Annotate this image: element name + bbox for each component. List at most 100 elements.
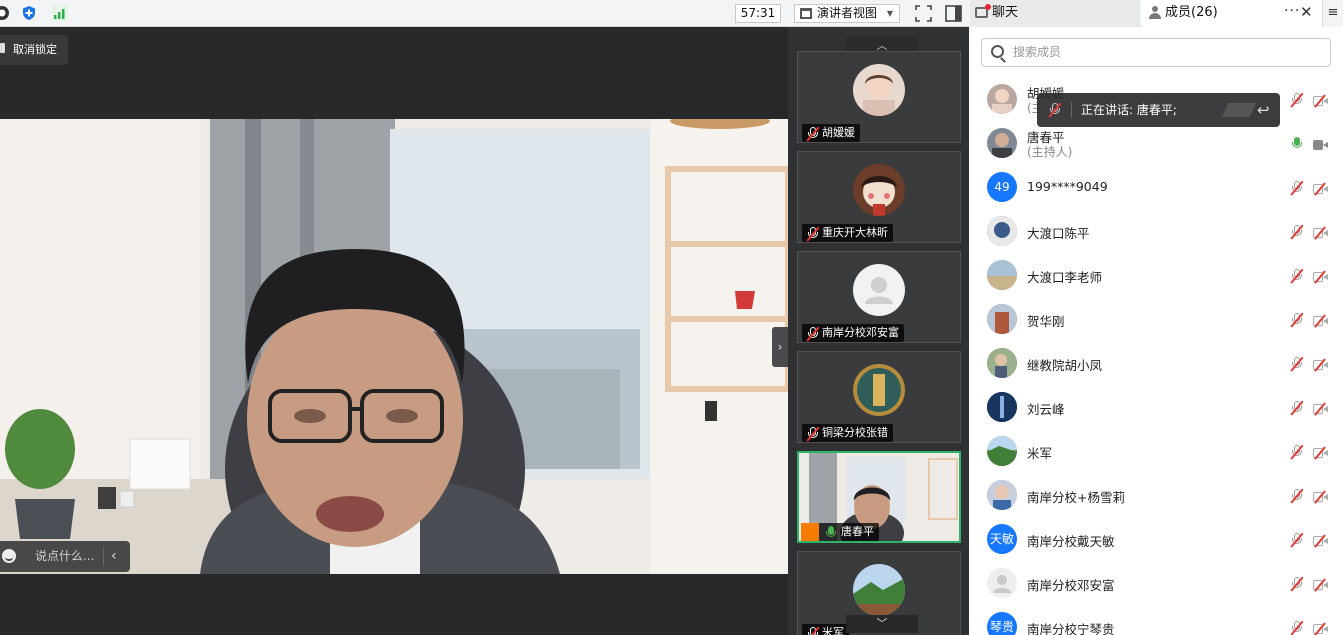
sidebar-toggle-icon[interactable] [945,5,962,22]
muted-mic-icon[interactable] [1290,532,1304,548]
camera-off-icon[interactable] [1313,314,1328,328]
muted-mic-icon[interactable] [1290,576,1304,592]
camera-off-icon[interactable] [1313,358,1328,372]
shield-icon[interactable] [21,5,37,21]
member-row[interactable]: 米军 [969,430,1343,474]
camera-on-icon[interactable] [1313,140,1328,150]
camera-off-icon[interactable] [1313,94,1328,108]
active-mic-icon[interactable] [1291,137,1303,151]
camera-off-icon[interactable] [1313,182,1328,196]
member-row[interactable]: 唐春平 (主持人) [969,122,1343,166]
member-row[interactable]: 继教院胡小凤 [969,342,1343,386]
camera-status-icon[interactable] [0,5,10,21]
scroll-down-button[interactable]: ﹀ [846,615,918,633]
member-name: 199****9049 [1027,179,1108,194]
muted-mic-icon[interactable] [1290,444,1304,460]
muted-mic-icon[interactable] [1290,356,1304,372]
minimize-icon[interactable] [1221,103,1257,117]
unpin-label: 取消锁定 [13,43,57,56]
member-row[interactable]: 49 199****9049 [969,166,1343,210]
avatar [987,260,1017,290]
active-mic-icon [825,526,837,540]
member-name: 刘云峰 [1027,402,1065,417]
camera-off-icon[interactable] [1313,578,1328,592]
fullscreen-icon[interactable] [915,5,932,22]
default-user-avatar [853,264,905,316]
member-row[interactable]: 琴贵 南岸分校宁琴贵 [969,606,1343,635]
close-panel-button[interactable]: ✕ [1300,2,1313,22]
thumbnail-name-tag: 铜梁分校张错 [802,424,893,442]
unread-dot [985,4,991,10]
search-placeholder: 搜索成员 [1013,45,1062,59]
tab-members[interactable]: 成员(26) [1141,0,1343,27]
thumbnail-name-tag: 重庆开大林昕 [802,224,893,242]
camera-off-icon[interactable] [1313,402,1328,416]
thumbnail-tile[interactable]: 重庆开大林昕 [797,151,961,243]
chat-quick-input[interactable]: 说点什么... ‹ [0,541,130,572]
muted-mic-icon[interactable] [1290,180,1304,196]
camera-off-icon[interactable] [1313,490,1328,504]
muted-mic-icon [806,226,820,242]
participant-name: 胡嫒媛 [822,126,855,139]
view-mode-dropdown[interactable]: 演讲者视图 ▼ [794,4,900,23]
divider [1071,102,1072,118]
main-video[interactable] [0,119,788,574]
tab-chat[interactable]: 聊天 [970,0,1140,27]
camera-off-icon[interactable] [1313,226,1328,240]
member-row[interactable]: 贺华刚 [969,298,1343,342]
camera-off-icon[interactable] [1313,446,1328,460]
menu-button[interactable]: ≡ [1322,0,1343,27]
avatar [853,64,905,116]
member-row[interactable]: 南岸分校+杨雪莉 [969,474,1343,518]
camera-off-icon[interactable] [1313,270,1328,284]
muted-mic-icon[interactable] [1290,400,1304,416]
member-name: 米军 [1027,446,1053,461]
member-name: 南岸分校戴天敏 [1027,534,1115,549]
more-options-button[interactable]: ··· [1284,0,1300,22]
muted-mic-icon[interactable] [1290,312,1304,328]
tab-members-label: 成员(26) [1165,5,1218,20]
muted-mic-icon[interactable] [1290,224,1304,240]
speaking-text: 正在讲话: 唐春平; [1081,103,1177,117]
tab-chat-label: 聊天 [992,5,1019,20]
member-name: 继教院胡小凤 [1027,358,1103,373]
signal-strength-icon[interactable] [51,5,68,21]
thumbnail-tile-active[interactable]: 唐春平 [797,451,961,543]
muted-mic-icon[interactable] [1290,268,1304,284]
participant-thumbnails: ︿ 胡嫒媛 重庆开大林昕 南岸分校邓安富 铜梁分校张错 唐春平 米军 ﹀ [788,27,969,635]
return-icon[interactable]: ↩ [1257,93,1270,127]
member-row[interactable]: 南岸分校邓安富 [969,562,1343,606]
member-row[interactable]: 大渡口陈平 [969,210,1343,254]
avatar [987,392,1017,422]
main-video-frame [0,119,788,574]
avatar [853,364,905,416]
muted-mic-icon[interactable] [1290,488,1304,504]
thumbnail-tile[interactable]: 胡嫒媛 [797,51,961,143]
thumbnail-name-tag: 胡嫒媛 [802,124,860,142]
member-search-input[interactable]: 搜索成员 [981,38,1331,67]
camera-off-icon[interactable] [1313,534,1328,548]
camera-off-icon[interactable] [1313,622,1328,635]
chevron-left-icon[interactable]: ‹ [111,541,117,572]
member-row[interactable]: 天敏 南岸分校戴天敏 [969,518,1343,562]
avatar [987,480,1017,510]
avatar [987,348,1017,378]
member-role: (主持人) [1027,145,1073,159]
avatar [987,128,1017,158]
thumbnail-tile[interactable]: 铜梁分校张错 [797,351,961,443]
unpin-video-button[interactable]: 取消锁定 [0,35,68,65]
collapse-thumbnails-button[interactable]: › [772,327,788,367]
muted-mic-icon[interactable] [1290,620,1304,635]
muted-mic-icon[interactable] [1290,92,1304,108]
chat-quick-placeholder: 说点什么... [35,549,95,563]
participant-name: 唐春平 [841,525,874,538]
thumbnail-tile[interactable]: 南岸分校邓安富 [797,251,961,343]
member-row[interactable]: 大渡口李老师 [969,254,1343,298]
emoji-icon[interactable] [2,549,16,563]
main-stage: 取消锁定 说点什么... ‹ [0,27,788,635]
thumbnail-name-tag: 唐春平 [801,523,879,541]
default-user-avatar [987,568,1017,598]
avatar: 49 [987,172,1017,202]
muted-mic-icon [806,326,820,342]
member-row[interactable]: 刘云峰 [969,386,1343,430]
